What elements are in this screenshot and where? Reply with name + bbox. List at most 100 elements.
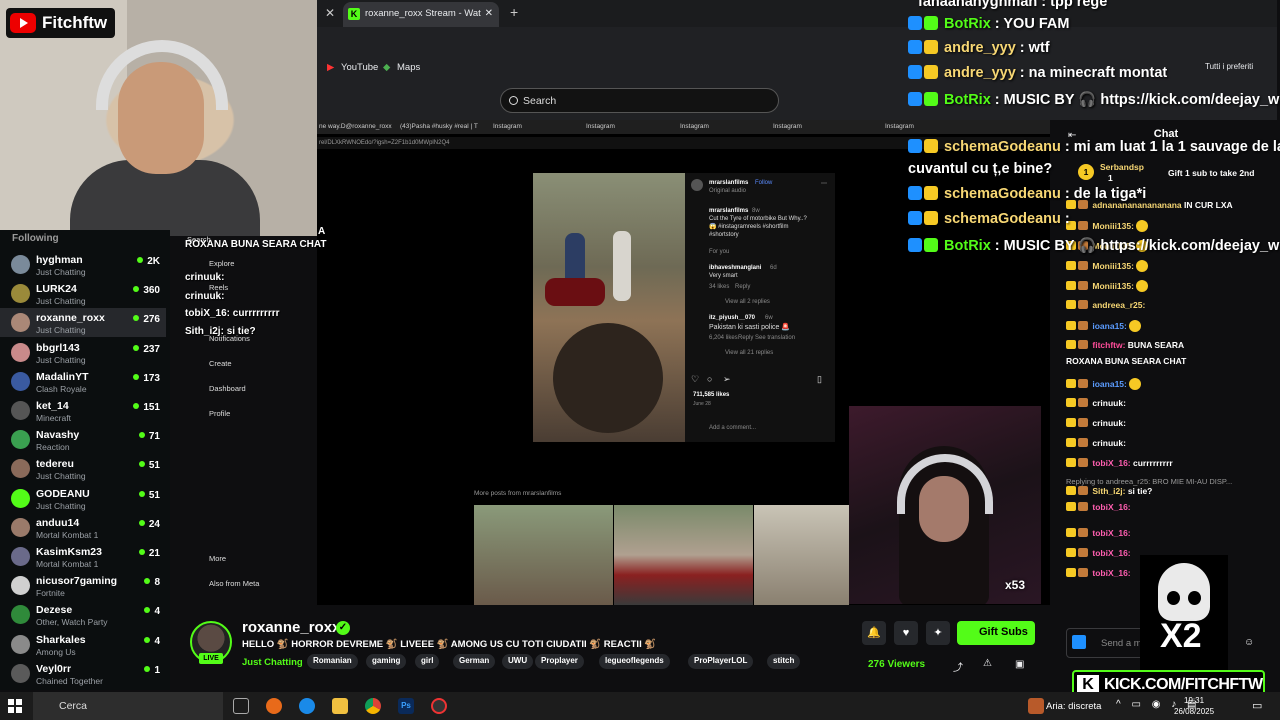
instagram-search-input[interactable]: Search [500, 88, 779, 113]
comment-user[interactable]: itz_piyush__070 [709, 315, 755, 321]
ig-nav-more[interactable]: More [209, 554, 226, 563]
stream-tag[interactable]: legueoflegends [599, 654, 670, 669]
sidebar-channel-anduu14[interactable]: anduu14 Mortal Kombat 1 24 [0, 513, 166, 542]
sidebar-channel-hyghman[interactable]: hyghman Just Chatting 2K [0, 250, 166, 279]
chat-username[interactable]: Moniii135: [1092, 261, 1134, 271]
chat-username[interactable]: tobiX_16: [1092, 548, 1130, 558]
chat-message[interactable]: tobiX_16: [1066, 548, 1131, 558]
share-icon[interactable]: ➢ [723, 374, 731, 385]
stream-tag[interactable]: Romanian [307, 654, 358, 669]
chat-username[interactable]: crinuuk: [1092, 398, 1126, 408]
post-thumbnail[interactable] [474, 505, 613, 605]
edge-icon[interactable] [299, 698, 315, 714]
chat-message[interactable]: andreea_r25: [1066, 300, 1145, 310]
weather-text[interactable]: Aria: discreta [1046, 701, 1101, 712]
gift-subs-button[interactable]: Gift Subs [957, 621, 1035, 645]
emote-picker-icon[interactable]: ☺ [1244, 637, 1254, 648]
chat-message[interactable]: crinuuk: [1066, 418, 1126, 428]
chat-message[interactable]: tobiX_16: currrrrrrrr [1066, 458, 1173, 468]
firefox-icon[interactable] [266, 698, 282, 714]
comment-reply[interactable]: Reply [738, 335, 753, 341]
sidebar-channel-veyl0rr[interactable]: Veyl0rr Chained Together 1 [0, 659, 166, 688]
stream-tag[interactable]: Proplayer [535, 654, 584, 669]
inner-tab[interactable]: Instagram [586, 123, 615, 130]
chat-message[interactable]: Sith_i2j: si tie? [1066, 486, 1152, 496]
chat-username[interactable]: Moniii135: [1092, 281, 1134, 291]
inner-tab[interactable]: (43)Pasha #husky #real | T [400, 123, 478, 130]
save-icon[interactable]: ▯ [817, 374, 822, 385]
chat-username[interactable]: Moniii135: [1092, 221, 1134, 231]
gift-sub-prompt[interactable]: Gift 1 sub to take 2nd [1168, 168, 1254, 178]
sidebar-channel-madalinyt[interactable]: MadalinYT Clash Royale 173 [0, 367, 166, 396]
bookmark-maps[interactable]: Maps [397, 62, 420, 73]
close-tab-icon[interactable]: ✕ [485, 8, 493, 19]
chat-username[interactable]: tobiX_16: [1092, 502, 1130, 512]
chat-username[interactable]: ROXANA [1066, 356, 1103, 366]
clock[interactable]: 19:31 26/08/2025 [1174, 695, 1214, 717]
comment-icon[interactable]: ○ [707, 374, 712, 384]
stream-tag[interactable]: ProPlayerLOL [688, 654, 754, 669]
chat-username[interactable]: Replying to andreea_r25: BRO MIE MI-AU D… [1066, 477, 1232, 486]
notification-bell-icon[interactable]: 🔔 [862, 621, 886, 645]
task-view-icon[interactable] [233, 698, 249, 714]
sidebar-channel-navashy[interactable]: Navashy Reaction 71 [0, 425, 166, 454]
view-replies[interactable]: View all 21 replies [725, 350, 773, 356]
chat-message[interactable]: tobiX_16: [1066, 528, 1131, 538]
chat-message[interactable]: Moniii135: [1066, 280, 1149, 292]
chat-message[interactable]: tobiX_16: [1066, 568, 1131, 578]
chat-message[interactable]: crinuuk: [1066, 398, 1126, 408]
sidebar-channel-tedereu[interactable]: tedereu Just Chatting 51 [0, 454, 166, 483]
stream-category[interactable]: Just Chatting [242, 657, 303, 668]
bookmark-youtube[interactable]: YouTube [341, 62, 378, 73]
chrome-icon[interactable] [365, 698, 381, 714]
more-options-icon[interactable]: ⋯ [821, 180, 827, 187]
view-replies[interactable]: View all 2 replies [725, 299, 770, 305]
ig-nav-explore[interactable]: Explore [209, 259, 234, 268]
like-icon[interactable]: ♡ [691, 374, 699, 385]
chat-username[interactable]: crinuuk: [1092, 438, 1126, 448]
reel-video[interactable] [533, 173, 685, 442]
ig-nav-dashboard[interactable]: Dashboard [209, 384, 246, 393]
sidebar-channel-kasimksm23[interactable]: KasimKsm23 Mortal Kombat 1 21 [0, 542, 166, 571]
file-explorer-icon[interactable] [332, 698, 348, 714]
report-icon[interactable]: ⚠ [983, 658, 992, 669]
chat-username[interactable]: fitchftw: [1092, 340, 1125, 350]
chat-username[interactable]: tobiX_16: [1092, 568, 1130, 578]
share-icon[interactable]: ⤴ [953, 659, 963, 674]
stream-tag[interactable]: gaming [366, 654, 407, 669]
sidebar-channel-ket_14[interactable]: ket_14 Minecraft 151 [0, 396, 166, 425]
sidebar-channel-godeanu[interactable]: GODEANU Just Chatting 51 [0, 484, 166, 513]
chat-username[interactable]: ioana15: [1092, 379, 1127, 389]
chat-message[interactable]: tobiX_16: [1066, 502, 1131, 512]
streamer-name[interactable]: roxanne_roxx [242, 619, 340, 636]
inner-tab[interactable]: Instagram [493, 123, 522, 130]
ig-nav-meta[interactable]: Also from Meta [209, 579, 259, 588]
chat-username[interactable]: tobiX_16: [1092, 528, 1130, 538]
new-tab-icon[interactable]: + [510, 4, 518, 20]
follow-heart-icon[interactable]: ♥ [894, 621, 918, 645]
tab-active[interactable]: K roxanne_roxx Stream - Wat ✕ [343, 2, 499, 27]
photoshop-icon[interactable]: Ps [398, 698, 414, 714]
chat-message[interactable]: ioana15: [1066, 378, 1142, 390]
notifications-icon[interactable]: ▭ [1252, 699, 1262, 712]
comment-reply[interactable]: Reply [735, 284, 750, 290]
chat-message[interactable]: Moniii135: [1066, 220, 1149, 232]
inner-tab[interactable]: Instagram [885, 123, 914, 130]
chat-username[interactable]: ioana15: [1092, 321, 1127, 331]
sidebar-channel-dezese[interactable]: Dezese Other, Watch Party 4 [0, 600, 166, 629]
sidebar-channel-nicusor7gaming[interactable]: nicusor7gaming Fortnite 8 [0, 571, 166, 600]
chat-message[interactable]: Moniii135: [1066, 260, 1149, 272]
chat-message[interactable]: Replying to andreea_r25: BRO MIE MI-AU D… [1066, 476, 1232, 486]
ig-nav-profile[interactable]: Profile [209, 409, 230, 418]
chat-username[interactable]: andreea_r25: [1092, 300, 1145, 310]
post-thumbnail[interactable] [614, 505, 753, 605]
see-translation[interactable]: See translation [755, 335, 795, 341]
stream-tag[interactable]: UWU [502, 654, 534, 669]
author-avatar[interactable] [691, 179, 703, 191]
stream-tag[interactable]: stitch [767, 654, 801, 669]
stream-tag[interactable]: girl [415, 654, 440, 669]
sidebar-channel-roxanne_roxx[interactable]: roxanne_roxx Just Chatting 276 [0, 308, 166, 338]
close-icon[interactable]: ✕ [325, 6, 335, 20]
inner-tab[interactable]: Instagram [680, 123, 709, 130]
sidebar-channel-bbgrl143[interactable]: bbgrl143 Just Chatting 237 [0, 338, 166, 367]
